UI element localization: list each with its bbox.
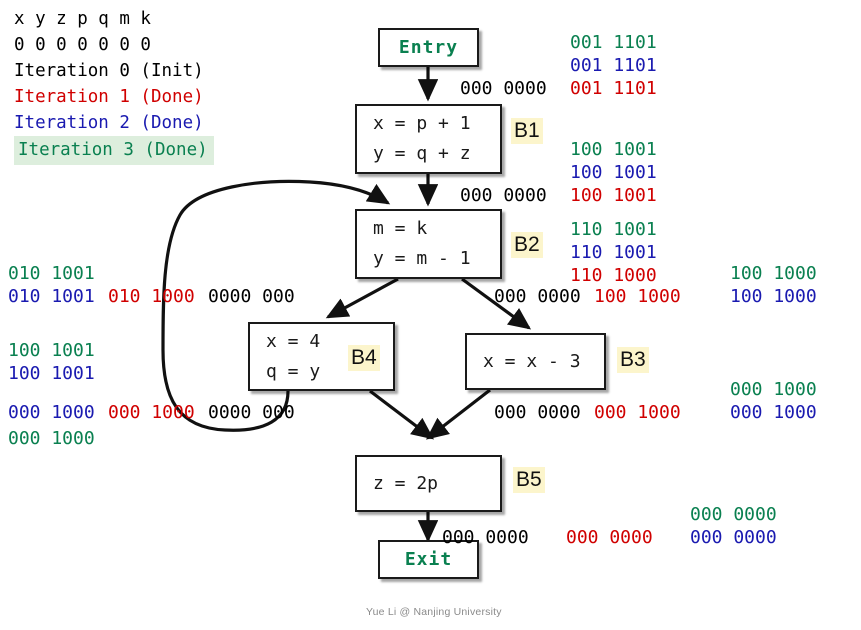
fact-b5-out-iter1: 000 0000 bbox=[566, 527, 653, 548]
legend-iteration-2: Iteration 2 (Done) bbox=[14, 113, 204, 133]
edge-b4-b5 bbox=[369, 389, 435, 440]
node-b1-tag: B1 bbox=[511, 118, 543, 144]
fact-b2-b4-iter0: 0000 000 bbox=[208, 286, 295, 307]
edge-b2-b4 bbox=[325, 277, 399, 319]
fact-b1-out-iter3: 100 1001 bbox=[570, 139, 657, 160]
fact-b4-in-iter3: 100 1001 bbox=[8, 340, 95, 361]
fact-entry-out-iter0: 000 0000 bbox=[460, 78, 547, 99]
node-b2-stmt-1: m = k bbox=[373, 218, 428, 239]
legend-vars-header: x y z p q m k bbox=[14, 9, 151, 29]
fact-b4-out-iter2: 000 1000 bbox=[8, 402, 95, 423]
node-b3[interactable]: x = x - 3 bbox=[465, 333, 606, 390]
fact-b3-in-iter3: 100 1000 bbox=[730, 263, 817, 284]
node-b5[interactable]: z = 2p bbox=[355, 455, 502, 512]
fact-b2-b4-iter1: 010 1000 bbox=[108, 286, 195, 307]
node-entry-label: Entry bbox=[398, 36, 459, 58]
fact-b4-in-iter2: 100 1001 bbox=[8, 363, 95, 384]
fact-b2-iter2: 110 1001 bbox=[570, 242, 657, 263]
fact-b3-out-iter2: 000 1000 bbox=[730, 402, 817, 423]
fact-b5-out-iter0: 000 0000 bbox=[442, 527, 529, 548]
node-b3-stmt-1: x = x - 3 bbox=[483, 350, 581, 372]
node-b5-tag: B5 bbox=[513, 467, 545, 493]
node-b2[interactable]: m = k y = m - 1 bbox=[355, 209, 502, 279]
fact-b2-iter3: 110 1001 bbox=[570, 219, 657, 240]
fact-b2-iter1: 110 1000 bbox=[570, 265, 657, 286]
node-b4-tag: B4 bbox=[348, 345, 380, 371]
fact-b1-out-iter0: 000 0000 bbox=[460, 185, 547, 206]
fact-b2-b4-iter3: 010 1001 bbox=[8, 263, 95, 284]
legend-vars-values: 0 0 0 0 0 0 0 bbox=[14, 35, 151, 55]
node-b1-stmt-2: y = q + z bbox=[373, 143, 471, 164]
fact-b1-out-iter2: 100 1001 bbox=[570, 162, 657, 183]
node-exit-label: Exit bbox=[404, 548, 453, 570]
fact-b3-out-iter1: 000 1000 bbox=[594, 402, 681, 423]
fact-b2-b3-iter1: 100 1000 bbox=[594, 286, 681, 307]
fact-b5-out-iter2: 000 0000 bbox=[690, 527, 777, 548]
node-b2-tag: B2 bbox=[511, 232, 543, 258]
node-b1-stmt-1: x = p + 1 bbox=[373, 113, 471, 134]
fact-b2-b3-iter0: 000 0000 bbox=[494, 286, 581, 307]
legend-iteration-1: Iteration 1 (Done) bbox=[14, 87, 204, 107]
node-b2-stmt-2: y = m - 1 bbox=[373, 248, 471, 269]
slide-canvas: x y z p q m k 0 0 0 0 0 0 0 Iteration 0 … bbox=[0, 0, 861, 630]
node-b1[interactable]: x = p + 1 y = q + z bbox=[355, 104, 502, 174]
fact-b3-out-iter3: 000 1000 bbox=[730, 379, 817, 400]
fact-entry-out-iter2: 001 1101 bbox=[570, 55, 657, 76]
fact-entry-out-iter1: 001 1101 bbox=[570, 78, 657, 99]
fact-b2-b4-iter2: 010 1001 bbox=[8, 286, 95, 307]
fact-b3-in-iter2: 100 1000 bbox=[730, 286, 817, 307]
fact-b4-out-iter1: 000 1000 bbox=[108, 402, 195, 423]
node-entry[interactable]: Entry bbox=[378, 28, 479, 67]
fact-b4-out-iter3: 000 1000 bbox=[8, 428, 95, 449]
node-b5-stmt-1: z = 2p bbox=[373, 472, 439, 494]
legend-iteration-3: Iteration 3 (Done) bbox=[14, 136, 214, 165]
node-b3-tag: B3 bbox=[617, 347, 649, 373]
fact-b5-out-iter3: 000 0000 bbox=[690, 504, 777, 525]
legend-panel: x y z p q m k 0 0 0 0 0 0 0 Iteration 0 … bbox=[14, 6, 214, 165]
fact-entry-out-iter3: 001 1101 bbox=[570, 32, 657, 53]
fact-b4-out-iter0: 0000 000 bbox=[208, 402, 295, 423]
fact-b3-out-iter0: 000 0000 bbox=[494, 402, 581, 423]
legend-iteration-0: Iteration 0 (Init) bbox=[14, 61, 204, 81]
fact-b1-out-iter1: 100 1001 bbox=[570, 185, 657, 206]
footer-credit: Yue Li @ Nanjing University bbox=[366, 606, 502, 618]
edge-b3-b5 bbox=[425, 388, 491, 440]
